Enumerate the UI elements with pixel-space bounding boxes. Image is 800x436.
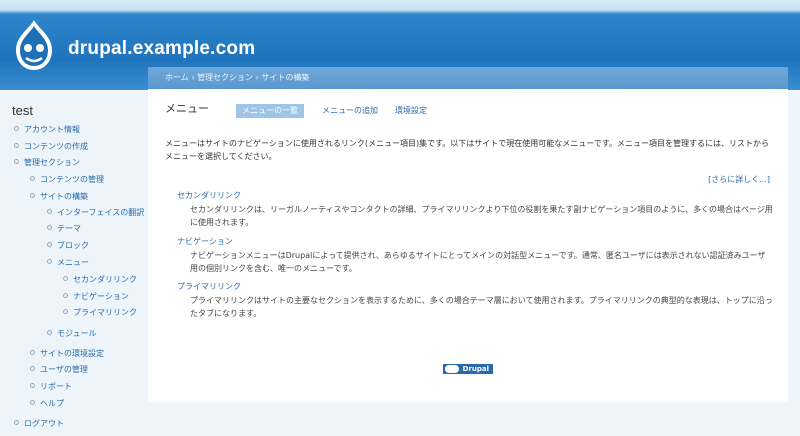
bullet-icon <box>30 366 35 371</box>
sidebar-item-label: セカンダリリンク <box>73 275 137 284</box>
sidebar-item-label: ブロック <box>57 241 89 250</box>
sidebar-item-logout[interactable]: ログアウト <box>14 417 64 431</box>
sidebar-item-admin[interactable]: 管理セクション <box>14 156 80 170</box>
menu-link-navigation[interactable]: ナビゲーション <box>177 236 233 247</box>
powered-by-drupal-badge[interactable]: Drupal <box>443 364 493 374</box>
menu-description: プライマリリンクはサイトの主要なセクションを表示するために、多くの場合テーマ層に… <box>190 296 773 318</box>
sidebar-item-label: サイトの環境設定 <box>40 349 104 358</box>
bullet-icon <box>63 309 68 314</box>
bullet-icon <box>30 193 35 198</box>
sidebar-item-content-management[interactable]: コンテンツの管理 <box>30 173 104 187</box>
sidebar-item-label: ログアウト <box>24 419 64 428</box>
menu-description: セカンダリリンクは、リーガルノーティスやコンタクトの詳細、プライマリリンクより下… <box>190 205 773 227</box>
sidebar-item-help[interactable]: ヘルプ <box>30 397 64 411</box>
breadcrumb-admin[interactable]: 管理セクション <box>197 73 253 82</box>
sidebar-item-translate-interface[interactable]: インターフェイスの翻訳 <box>47 206 144 220</box>
sidebar-item-label: ユーザの管理 <box>40 365 88 374</box>
sidebar-item-modules[interactable]: モジュール <box>47 327 96 341</box>
sidebar-item-label: インターフェイスの翻訳 <box>57 208 145 217</box>
bullet-icon <box>47 330 52 335</box>
sidebar-item-account[interactable]: アカウント情報 <box>14 123 80 137</box>
sidebar-item-secondary-links[interactable]: セカンダリリンク <box>63 273 137 287</box>
breadcrumb-separator: › <box>255 73 259 82</box>
sidebar-item-create-content[interactable]: コンテンツの作成 <box>14 140 88 154</box>
sidebar-item-site-config[interactable]: サイトの環境設定 <box>30 347 104 361</box>
menu-link-secondary[interactable]: セカンダリリンク <box>177 190 241 201</box>
sidebar-item-blocks[interactable]: ブロック <box>47 239 89 253</box>
bullet-icon <box>30 383 35 388</box>
sidebar-item-label: コンテンツの作成 <box>24 142 88 151</box>
bullet-icon <box>47 259 52 264</box>
bullet-icon <box>47 209 52 214</box>
menu-link-primary[interactable]: プライマリリンク <box>177 281 241 292</box>
breadcrumb-separator: › <box>191 73 195 82</box>
sidebar-item-label: 管理セクション <box>24 158 80 167</box>
drupal-drop-icon <box>445 365 459 373</box>
drupal-logo-icon[interactable] <box>12 18 56 72</box>
bullet-icon <box>14 126 19 131</box>
intro-text: メニューはサイトのナビゲーションに使用されるリンク(メニュー項目)集です。以下は… <box>165 139 769 161</box>
main-content <box>148 89 788 402</box>
more-help-link[interactable]: [さらに詳しく...] <box>708 174 770 185</box>
bullet-icon <box>30 350 35 355</box>
powered-by-label: Drupal <box>462 365 489 373</box>
bullet-icon <box>30 400 35 405</box>
sidebar-item-reports[interactable]: リポート <box>30 380 72 394</box>
breadcrumb-site-building[interactable]: サイトの構築 <box>261 73 309 82</box>
sidebar-item-label: テーマ <box>57 224 81 233</box>
tab-add-menu[interactable]: メニューの追加 <box>316 104 384 118</box>
bullet-icon <box>14 159 19 164</box>
bullet-icon <box>14 143 19 148</box>
bullet-icon <box>14 420 19 425</box>
bullet-icon <box>47 225 52 230</box>
sidebar-item-user-management[interactable]: ユーザの管理 <box>30 363 88 377</box>
page-title: メニュー <box>165 102 209 115</box>
sidebar-item-menus[interactable]: メニュー <box>47 256 89 270</box>
tab-menu-list[interactable]: メニューの一覧 <box>236 104 304 118</box>
sidebar-item-label: ヘルプ <box>40 399 64 408</box>
site-name-link[interactable]: drupal.example.com <box>68 38 255 60</box>
sidebar-item-label: サイトの構築 <box>40 192 88 201</box>
bullet-icon <box>30 176 35 181</box>
bullet-icon <box>63 276 68 281</box>
sidebar-item-label: リポート <box>40 382 72 391</box>
sidebar-item-primary-links[interactable]: プライマリリンク <box>63 306 137 320</box>
bullet-icon <box>63 293 68 298</box>
sidebar-item-label: メニュー <box>57 258 89 267</box>
sidebar-item-themes[interactable]: テーマ <box>47 222 81 236</box>
sidebar-user-title: test <box>12 103 33 118</box>
sidebar-item-label: ナビゲーション <box>73 292 129 301</box>
breadcrumb: ホーム › 管理セクション › サイトの構築 <box>148 67 788 89</box>
sidebar-item-navigation[interactable]: ナビゲーション <box>63 290 129 304</box>
sidebar-item-site-building[interactable]: サイトの構築 <box>30 190 88 204</box>
sidebar-item-label: アカウント情報 <box>24 125 80 134</box>
menu-description: ナビゲーションメニューはDrupalによって提供され、あらゆるサイトにとってメイ… <box>190 251 766 273</box>
sidebar-item-label: コンテンツの管理 <box>40 175 104 184</box>
sidebar-item-label: プライマリリンク <box>73 308 137 317</box>
breadcrumb-home[interactable]: ホーム <box>165 73 189 82</box>
tab-settings[interactable]: 環境設定 <box>389 104 433 118</box>
bullet-icon <box>47 242 52 247</box>
sidebar-item-label: モジュール <box>57 329 97 338</box>
